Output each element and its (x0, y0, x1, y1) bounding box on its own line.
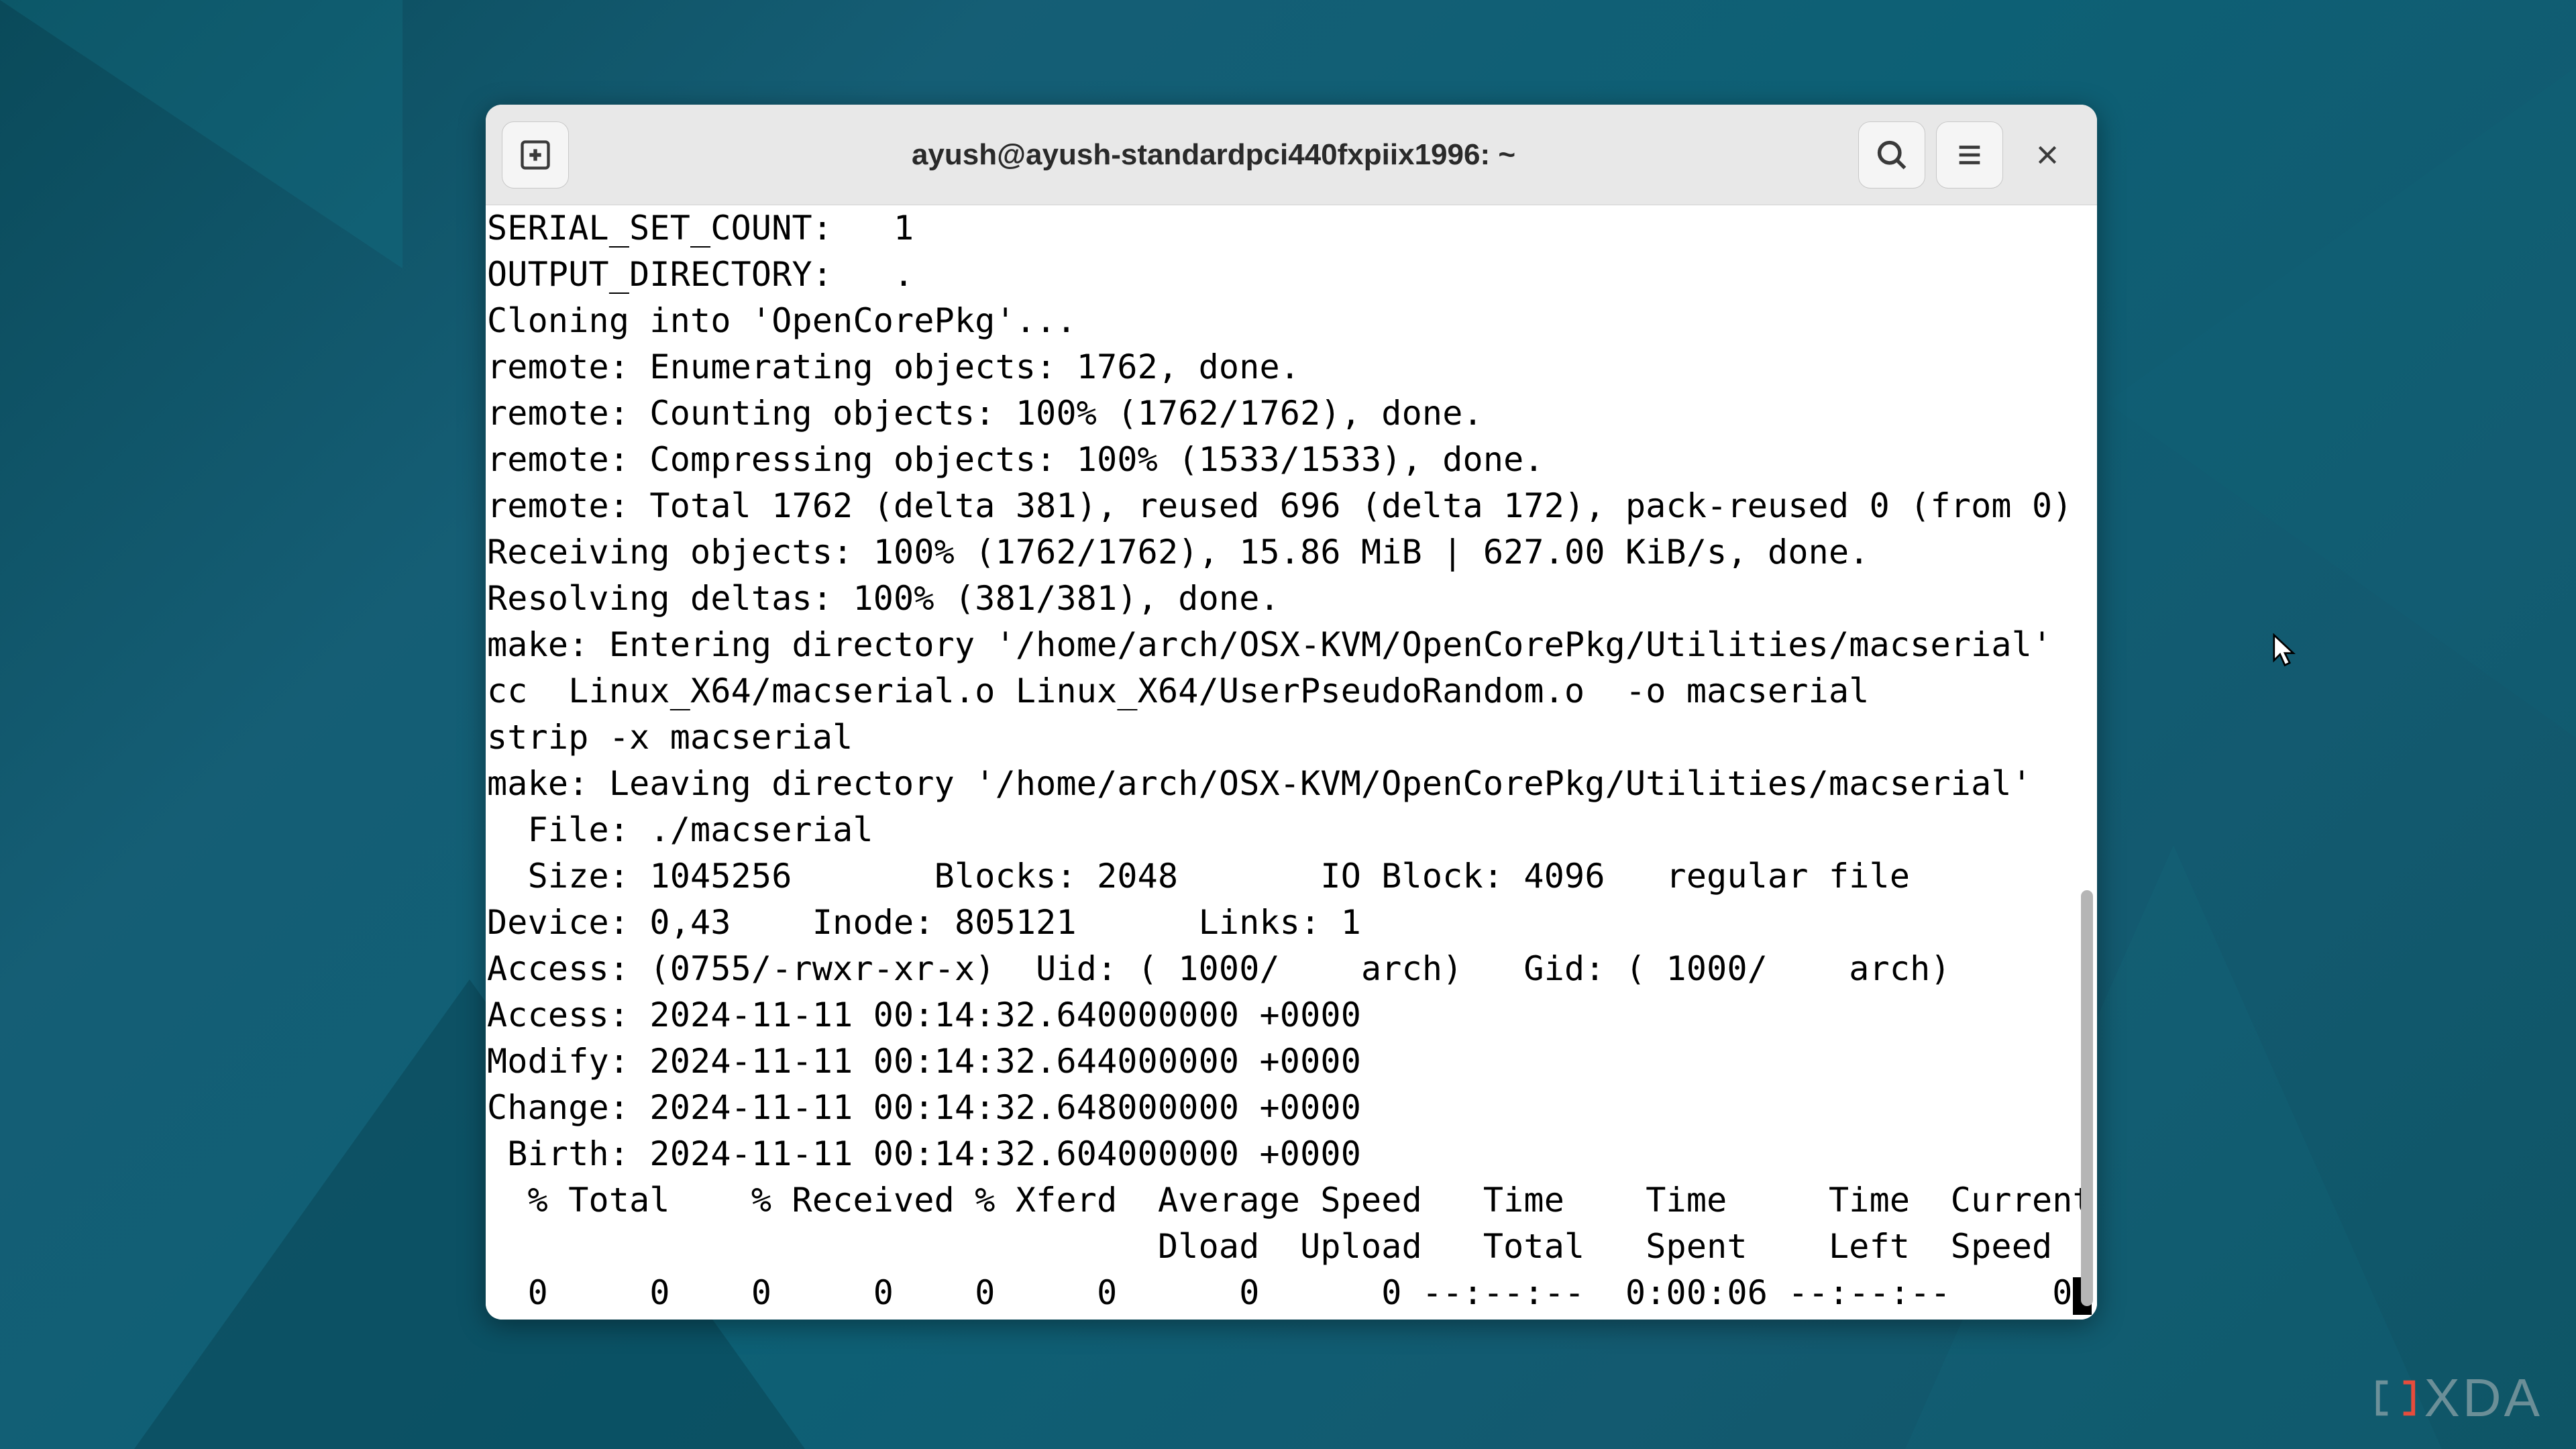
background-decoration (0, 0, 402, 268)
scrollbar[interactable] (2093, 205, 2097, 1320)
watermark-text: XDA (2424, 1367, 2543, 1429)
mouse-cursor-icon (2273, 633, 2297, 668)
window-titlebar: ayush@ayush-standardpci440fxpiix1996: ~ (486, 105, 2097, 205)
window-title: ayush@ayush-standardpci440fxpiix1996: ~ (580, 138, 1847, 172)
watermark-logo-icon (2372, 1375, 2419, 1421)
background-decoration (2106, 67, 2576, 738)
terminal-viewport[interactable]: SERIAL_SET_COUNT: 1 OUTPUT_DIRECTORY: . … (486, 205, 2097, 1320)
close-icon (2034, 142, 2061, 168)
terminal-window: ayush@ayush-standardpci440fxpiix1996: ~ … (486, 105, 2097, 1320)
hamburger-icon (1954, 140, 1985, 170)
scrollbar-thumb[interactable] (2081, 890, 2093, 1306)
plus-icon (518, 138, 553, 172)
search-icon (1874, 138, 1909, 172)
new-tab-button[interactable] (502, 121, 569, 189)
search-button[interactable] (1858, 121, 1925, 189)
watermark: XDA (2372, 1367, 2543, 1429)
menu-button[interactable] (1936, 121, 2003, 189)
close-button[interactable] (2014, 121, 2081, 189)
terminal-output: SERIAL_SET_COUNT: 1 OUTPUT_DIRECTORY: . … (486, 205, 2093, 1320)
